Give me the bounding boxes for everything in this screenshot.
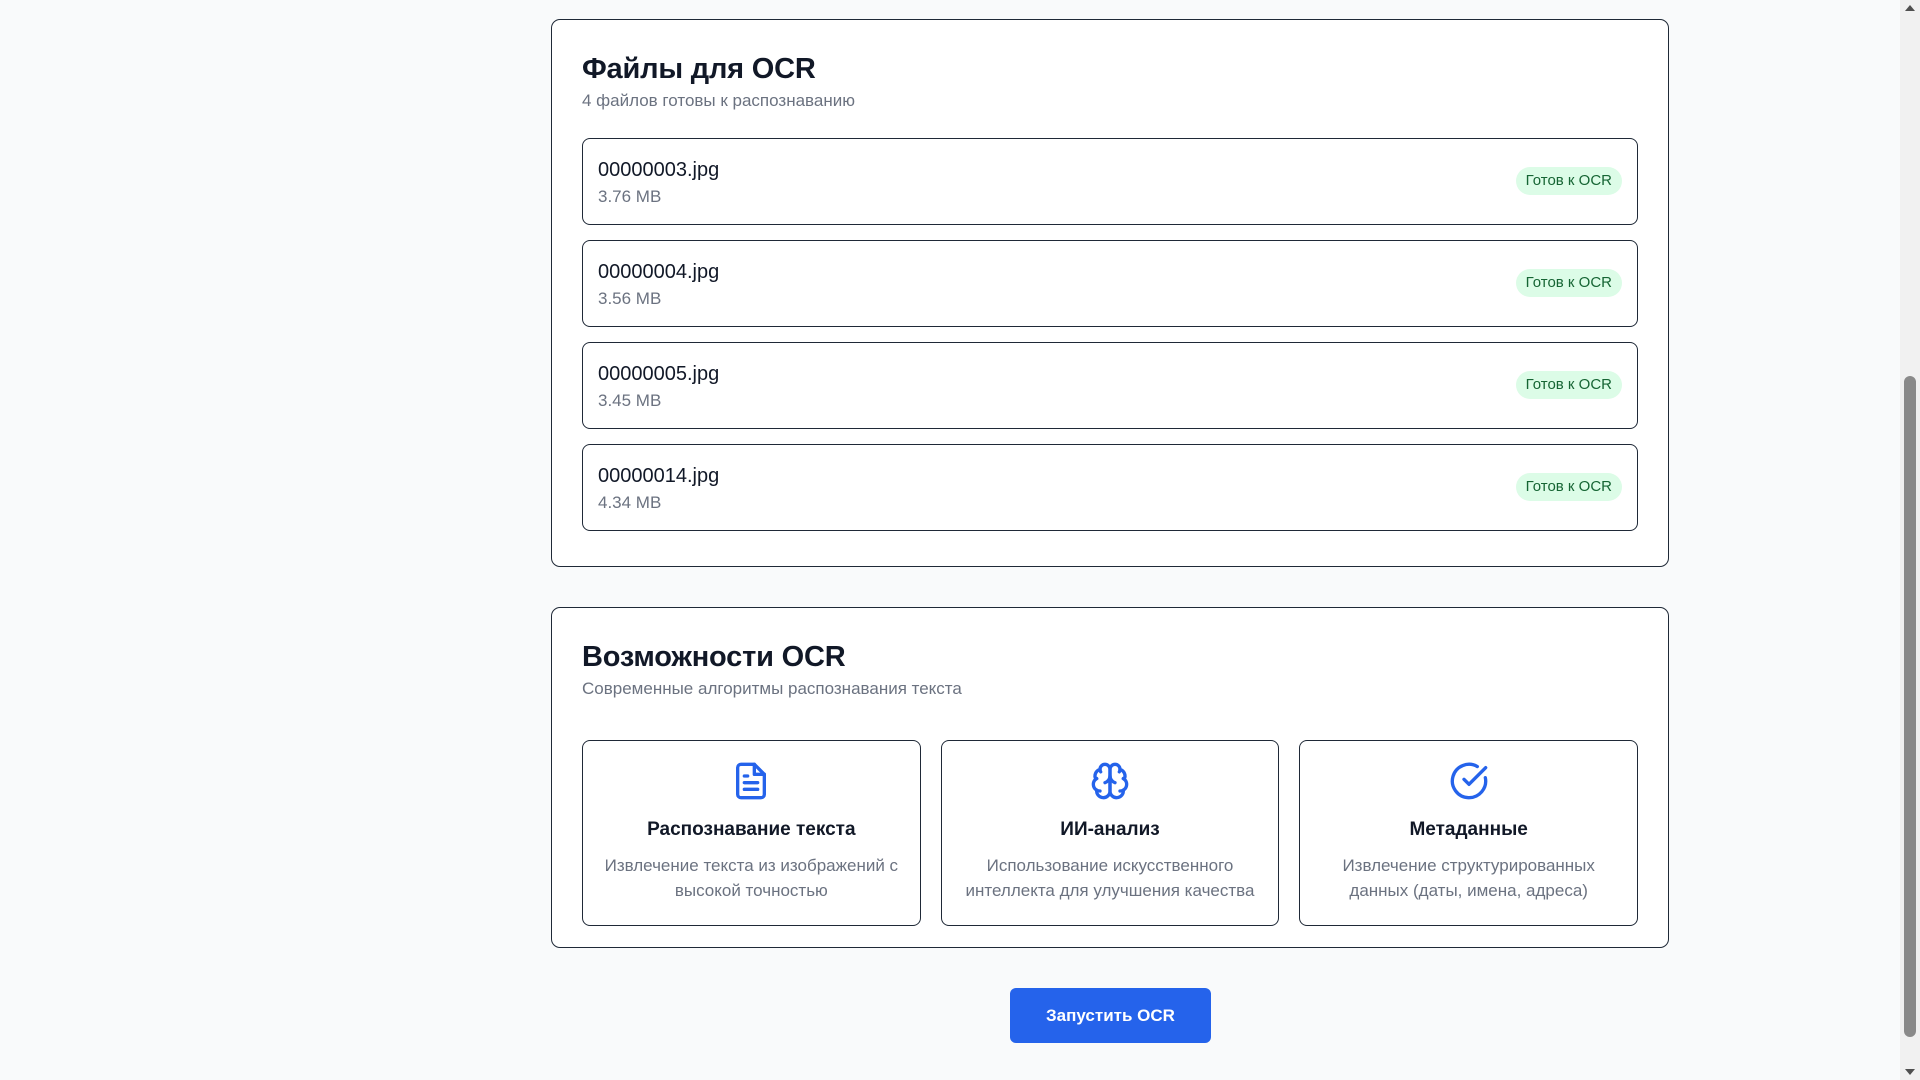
features-card-subtitle: Современные алгоритмы распознавания текс… bbox=[582, 679, 962, 698]
page: Файлы для OCR 4 файлов готовы к распозна… bbox=[0, 0, 1920, 1080]
feature-card-ai-analysis: ИИ-анализ Использование искусственного и… bbox=[940, 740, 1280, 926]
feature-description: Использование искусственного интеллекта … bbox=[965, 856, 1255, 900]
file-item[interactable]: 00000014.jpg 4.34 MB Готов к OCR bbox=[582, 444, 1638, 531]
file-item[interactable]: 00000005.jpg 3.45 MB Готов к OCR bbox=[582, 342, 1638, 429]
file-item[interactable]: 00000003.jpg 3.76 MB Готов к OCR bbox=[582, 138, 1638, 225]
file-list: 00000003.jpg 3.76 MB Готов к OCR 0000000… bbox=[582, 138, 1638, 531]
feature-card-metadata: Метаданные Извлечение структурированных … bbox=[1299, 740, 1639, 926]
file-name: 00000003.jpg bbox=[598, 159, 720, 181]
files-card: Файлы для OCR 4 файлов готовы к распозна… bbox=[551, 19, 1669, 567]
file-name: 00000005.jpg bbox=[598, 363, 720, 385]
features-card: Возможности OCR Современные алгоритмы ра… bbox=[551, 607, 1669, 948]
file-text-icon bbox=[736, 762, 767, 800]
files-card-title: Файлы для OCR bbox=[582, 53, 816, 85]
file-size: 4.34 MB bbox=[598, 493, 662, 512]
scroll-down-arrow-icon[interactable] bbox=[1905, 1069, 1915, 1075]
file-size: 3.76 MB bbox=[598, 187, 662, 206]
feature-title: Распознавание текста bbox=[647, 819, 856, 840]
files-card-subtitle: 4 файлов готовы к распознаванию bbox=[582, 91, 855, 110]
feature-description: Извлечение структурированных данных (дат… bbox=[1342, 856, 1595, 900]
feature-title: Метаданные bbox=[1409, 819, 1528, 840]
status-badge: Готов к OCR bbox=[1515, 269, 1622, 297]
file-item[interactable]: 00000004.jpg 3.56 MB Готов к OCR bbox=[582, 240, 1638, 327]
feature-description: Извлечение текста из изображений с высок… bbox=[604, 856, 899, 900]
file-size: 3.45 MB bbox=[598, 391, 662, 410]
brain-icon bbox=[1091, 762, 1129, 800]
scroll-up-arrow-icon[interactable] bbox=[1905, 5, 1915, 11]
status-badge: Готов к OCR bbox=[1515, 167, 1622, 195]
features-grid: Распознавание текста Извлечение текста и… bbox=[582, 740, 1639, 926]
file-name: 00000014.jpg bbox=[598, 465, 720, 487]
status-badge: Готов к OCR bbox=[1515, 371, 1622, 399]
file-size: 3.56 MB bbox=[598, 289, 662, 308]
features-card-title: Возможности OCR bbox=[582, 641, 846, 673]
check-circle-icon bbox=[1450, 762, 1488, 800]
status-badge: Готов к OCR bbox=[1515, 473, 1622, 501]
feature-card-text-recognition: Распознавание текста Извлечение текста и… bbox=[582, 740, 921, 926]
feature-title: ИИ-анализ bbox=[1060, 819, 1160, 840]
run-ocr-button[interactable]: Запустить OCR bbox=[1010, 988, 1211, 1043]
file-name: 00000004.jpg bbox=[598, 261, 720, 283]
vertical-scrollbar[interactable] bbox=[1900, 0, 1920, 1080]
scrollbar-thumb[interactable] bbox=[1904, 376, 1916, 1037]
